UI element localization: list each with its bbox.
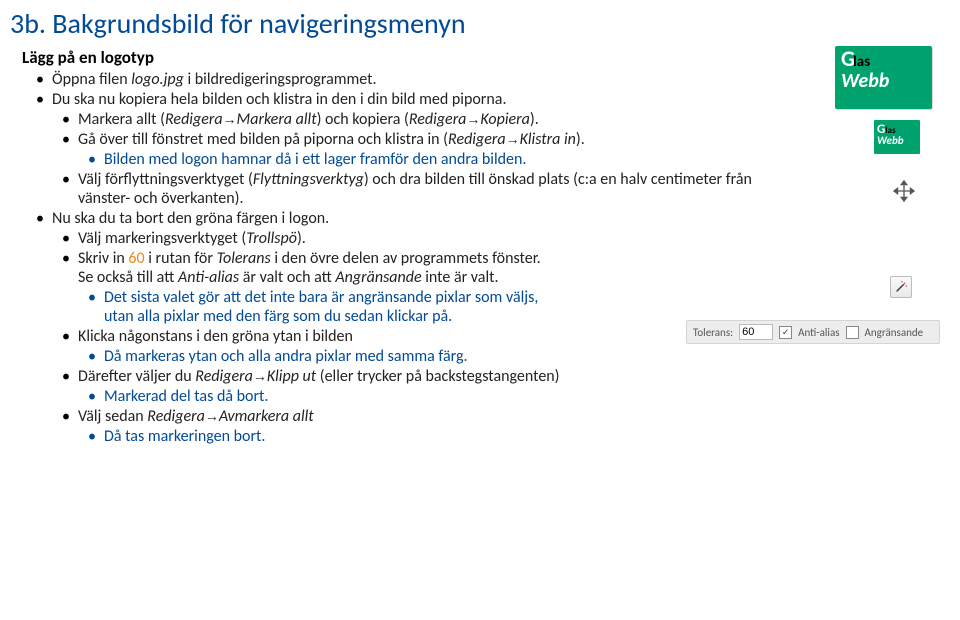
field-name: Tolerans — [217, 249, 271, 268]
text: Markera allt ( — [78, 110, 165, 129]
magic-wand-tool-icon — [890, 276, 912, 298]
list-item: Markera allt (Redigera→Markera allt) och… — [60, 110, 779, 129]
list-item-note: Då tas markeringen bort. — [86, 427, 779, 446]
option-name: Anti-alias — [178, 268, 239, 287]
menu-name: Redigera — [195, 367, 253, 386]
list-item: Därefter väljer du Redigera→Klipp ut (el… — [60, 367, 779, 386]
tool-name: Flyttningsverktyg — [253, 170, 364, 189]
menu-name: Redigera — [448, 130, 506, 149]
list-item-note: Bilden med logon hamnar då i ett lager f… — [86, 150, 779, 169]
menu-name: Redigera — [147, 407, 205, 426]
text: i rutan för — [145, 249, 217, 268]
list-item: Skriv in 60 i rutan för Tolerans i den ö… — [60, 249, 779, 287]
text: är valt och att — [239, 268, 335, 287]
text: ). — [530, 110, 539, 129]
arrow-icon: → — [253, 368, 267, 384]
list-item: Klicka någonstans i den gröna ytan i bil… — [60, 327, 779, 346]
list-item: Öppna filen logo.jpg i bildredigeringspr… — [34, 70, 779, 89]
text: Öppna filen — [52, 70, 131, 89]
list-item-note: Markerad del tas då bort. — [86, 387, 779, 406]
arrow-icon: → — [506, 131, 520, 147]
subtitle: Lägg på en logotyp — [22, 47, 936, 68]
list-item: Välj markeringsverktyget (Trollspö). — [60, 229, 779, 248]
logo-webb: Webb — [841, 69, 926, 93]
text: Välj markeringsverktyget ( — [78, 229, 246, 248]
text: utan alla pixlar med den färg som du sed… — [104, 307, 452, 326]
contiguous-label: Angränsande — [865, 326, 924, 339]
logo-webb: Webb — [877, 134, 917, 147]
text: Välj förflyttningsverktyget ( — [78, 170, 253, 189]
text: i den övre delen av programmets fönster. — [271, 249, 541, 268]
menu-name: Redigera — [165, 110, 223, 129]
arrow-icon: → — [205, 408, 219, 424]
text: Se också till att — [78, 268, 178, 287]
glas-webb-logo-small: Glas Webb — [874, 120, 920, 154]
list-item: Välj sedan Redigera→Avmarkera allt — [60, 407, 779, 426]
antialias-label: Anti-alias — [798, 326, 839, 339]
text: ). — [297, 229, 306, 248]
option-name: Angränsande — [335, 268, 421, 287]
text: Därefter väljer du — [78, 367, 195, 386]
arrow-icon: → — [466, 111, 480, 127]
menu-item: Klistra in — [520, 130, 576, 149]
tool-name: Trollspö — [246, 229, 297, 248]
text: Välj sedan — [78, 407, 147, 426]
arrow-icon: → — [223, 111, 237, 127]
text: i bildredigeringsprogrammet. — [184, 70, 377, 89]
filename: logo.jpg — [131, 70, 184, 89]
menu-item: Kopiera — [480, 110, 529, 129]
text: inte är valt. — [422, 268, 499, 287]
text: ). — [576, 130, 585, 149]
menu-item: Markera allt — [237, 110, 317, 129]
contiguous-checkbox[interactable] — [846, 326, 859, 339]
move-tool-icon — [893, 180, 915, 202]
value-60: 60 — [128, 249, 144, 268]
text: Det sista valet gör att det inte bara är… — [104, 288, 538, 307]
list-item: Nu ska du ta bort den gröna färgen i log… — [34, 209, 779, 228]
text: (eller trycker på backstegstangenten) — [316, 367, 559, 386]
menu-name: Redigera — [409, 110, 467, 129]
glas-webb-logo-large: Glas Webb — [835, 46, 932, 109]
page-title: 3b. Bakgrundsbild för navigeringsmenyn — [10, 6, 936, 41]
menu-item: Klipp ut — [267, 367, 316, 386]
list-item: Du ska nu kopiera hela bilden och klistr… — [34, 90, 779, 109]
text: ) och kopiera ( — [317, 110, 409, 129]
list-item-note: Då markeras ytan och alla andra pixlar m… — [86, 347, 779, 366]
antialias-checkbox[interactable]: ✓ — [779, 326, 792, 339]
list-item: Välj förflyttningsverktyget (Flyttningsv… — [60, 170, 779, 208]
text: Gå över till fönstret med bilden på pipo… — [78, 130, 448, 149]
menu-item: Avmarkera allt — [219, 407, 314, 426]
tolerance-input[interactable] — [739, 324, 773, 340]
text: Skriv in — [78, 249, 128, 268]
list-item: Gå över till fönstret med bilden på pipo… — [60, 130, 779, 149]
tolerance-label: Tolerans: — [693, 326, 733, 339]
tolerance-toolbar: Tolerans: ✓ Anti-alias Angränsande — [686, 320, 940, 344]
list-item-note: Det sista valet gör att det inte bara är… — [86, 288, 779, 326]
